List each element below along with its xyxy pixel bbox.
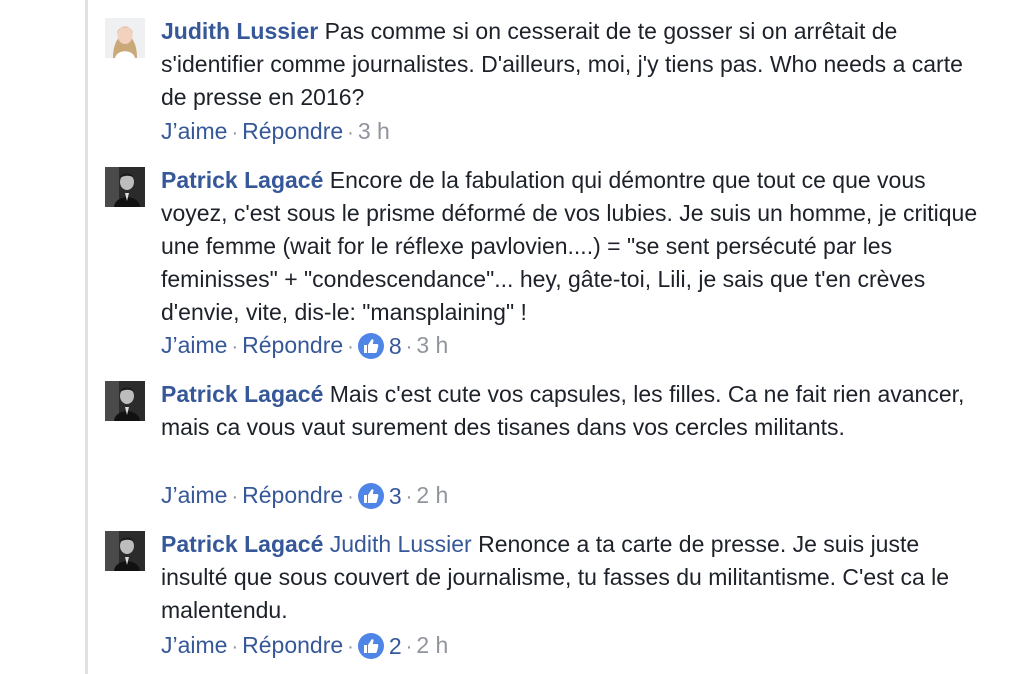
reaction-summary[interactable]: 3 (357, 479, 402, 511)
reply-link[interactable]: Répondre (242, 118, 343, 144)
comment-body: Patrick Lagacé Mais c'est cute vos capsu… (161, 378, 981, 444)
reply-link[interactable]: Répondre (242, 482, 343, 508)
reply-link[interactable]: Répondre (242, 332, 343, 358)
reaction-summary[interactable]: 8 (357, 329, 402, 361)
author-name[interactable]: Judith Lussier (161, 18, 318, 44)
avatar-judith-lussier[interactable] (105, 18, 145, 58)
author-name[interactable]: Patrick Lagacé (161, 381, 323, 407)
like-link[interactable]: J’aime (161, 332, 227, 358)
avatar-image (105, 381, 145, 421)
comment-actions: J’aime · Répondre · 2 · 2 h (161, 630, 981, 660)
comment-actions: J’aime · Répondre · 8 · 3 h (161, 330, 981, 360)
reply-link[interactable]: Répondre (242, 632, 343, 658)
separator: · (347, 636, 354, 658)
separator: · (347, 336, 354, 358)
avatar-patrick-lagace[interactable] (105, 531, 145, 571)
timestamp[interactable]: 3 h (358, 118, 390, 144)
thread-line (85, 0, 88, 674)
separator: · (231, 636, 239, 658)
like-link[interactable]: J’aime (161, 118, 227, 144)
avatar-patrick-lagace[interactable] (105, 167, 145, 207)
comment-body: Patrick Lagacé Judith Lussier Renonce a … (161, 528, 981, 627)
comment-body: Judith Lussier Pas comme si on cesserait… (161, 15, 981, 114)
timestamp[interactable]: 2 h (416, 632, 448, 658)
thumbs-up-icon (357, 332, 384, 359)
like-link[interactable]: J’aime (161, 482, 227, 508)
thumbs-up-icon (357, 482, 384, 509)
comment-actions: J’aime · Répondre · 3 · 2 h (161, 480, 981, 510)
separator: · (405, 486, 413, 508)
reaction-count: 2 (388, 632, 402, 659)
thumbs-up-icon (357, 632, 384, 659)
separator: · (231, 122, 239, 144)
reaction-count: 3 (388, 482, 402, 509)
separator: · (347, 122, 354, 144)
separator: · (231, 486, 239, 508)
avatar-image (105, 167, 145, 207)
separator: · (347, 486, 354, 508)
separator: · (405, 336, 413, 358)
reaction-summary[interactable]: 2 (357, 629, 402, 661)
separator: · (231, 336, 239, 358)
comment-actions: J’aime · Répondre · 3 h (161, 116, 981, 146)
like-link[interactable]: J’aime (161, 632, 227, 658)
avatar-patrick-lagace[interactable] (105, 381, 145, 421)
author-name[interactable]: Patrick Lagacé (161, 167, 323, 193)
avatar-image (105, 18, 145, 58)
reaction-count: 8 (388, 332, 402, 359)
timestamp[interactable]: 2 h (416, 482, 448, 508)
mention-link[interactable]: Judith Lussier (330, 531, 472, 557)
avatar-image (105, 531, 145, 571)
separator: · (405, 636, 413, 658)
author-name[interactable]: Patrick Lagacé (161, 531, 323, 557)
comment-body: Patrick Lagacé Encore de la fabulation q… (161, 164, 981, 329)
timestamp[interactable]: 3 h (416, 332, 448, 358)
